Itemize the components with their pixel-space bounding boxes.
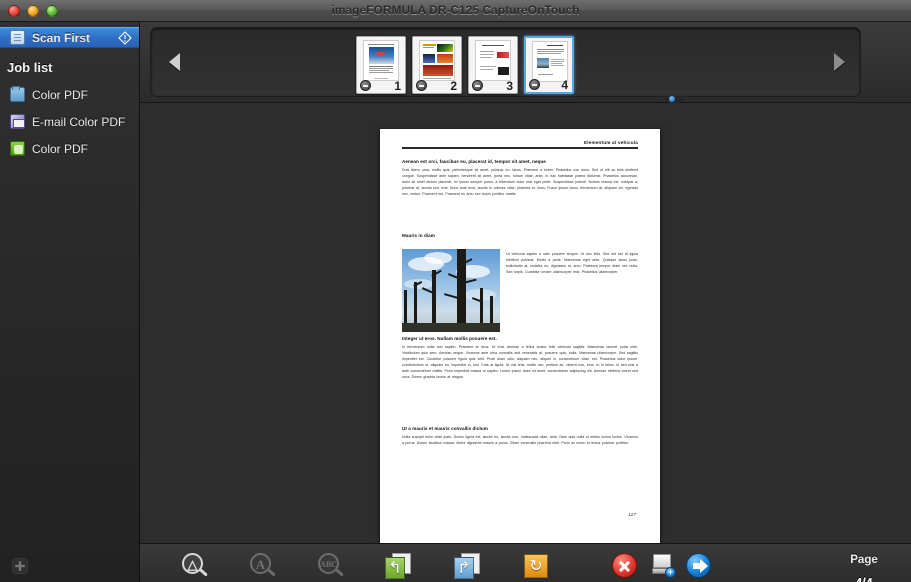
thumbnail-number: 2 (450, 79, 457, 93)
chevron-left-icon[interactable] (169, 53, 180, 71)
thumbnail-strip-inner: 1 2 3 4 (150, 27, 861, 97)
document-running-head: Elementum at vehicula (584, 140, 638, 145)
rotate-180-icon: ↻ (521, 552, 551, 582)
thumbnail-number: 1 (394, 79, 401, 93)
add-job-button[interactable] (12, 558, 28, 574)
window-title: imageFORMULA DR-C125 CaptureOnTouch (331, 3, 580, 17)
rotate-left-icon: ↰ (383, 552, 413, 582)
rotate-left-button[interactable]: ↰ Rotate left (359, 552, 437, 582)
document-page: Elementum at vehicula Aenean est orci, f… (380, 129, 660, 543)
close-button[interactable] (8, 4, 20, 17)
next-arrow-icon (683, 552, 713, 582)
rotate-180-button[interactable]: ↻ Rotate 180 (497, 552, 575, 582)
zoom-out-button[interactable]: ABC Zoom Out (291, 552, 369, 582)
document-heading: Aenean est orci, faucibus eu, placerat i… (402, 159, 546, 164)
delete-icon[interactable] (360, 80, 371, 91)
minimize-button[interactable] (27, 4, 39, 17)
page-counter-value: 4/4 (829, 576, 899, 582)
document-heading: Integer ut eros. Nullam mollis posuere e… (402, 336, 497, 341)
sidebar-item-label: Scan First (32, 30, 91, 45)
document-paragraph: Ut vehicula sapien a odio posuere tempor… (506, 252, 638, 275)
thumbnail-page-2[interactable]: 2 (412, 36, 462, 94)
page-viewer[interactable]: Elementum at vehicula Aenean est orci, f… (140, 103, 911, 543)
delete-icon[interactable] (416, 80, 427, 91)
thumbnail-page-1[interactable]: 1 (356, 36, 406, 94)
thumbnail-number: 4 (561, 78, 568, 92)
thumbnail-preview (475, 40, 511, 81)
thumbnail-preview (532, 41, 568, 82)
thumbnail-page-3[interactable]: 3 (468, 36, 518, 94)
page-counter-label: Page (850, 554, 878, 566)
document-paragraph: Nulla suscipit enim vitae justo. Donec l… (402, 435, 638, 446)
document-icon (10, 30, 25, 45)
sidebar: Scan First Job list Color PDF E-mail Col… (0, 22, 140, 582)
sidebar-item-label: Color PDF (32, 87, 89, 102)
selected-page-dot (669, 96, 675, 102)
sidebar-item-label: Color PDF (32, 141, 89, 156)
folder-icon (10, 86, 25, 102)
document-paragraph: In fermentum nulla non sapien. Praesent … (402, 345, 638, 380)
thumbnail-preview (363, 40, 399, 81)
application-window: imageFORMULA DR-C125 CaptureOnTouch Scan… (0, 0, 911, 582)
info-badge-icon (118, 30, 132, 45)
window-controls (8, 4, 58, 17)
sidebar-item-label: E-mail Color PDF (32, 114, 126, 129)
zoom-in-icon: △ (179, 552, 209, 582)
fit-page-button[interactable]: A Fit page (223, 552, 301, 582)
green-app-icon (10, 141, 25, 156)
document-heading: Mauris in diam (402, 233, 435, 238)
job-list-header: Job list (7, 60, 53, 75)
document-page-number: 127 (628, 512, 636, 517)
thumbnail-number: 3 (506, 79, 513, 93)
fit-page-icon: A (247, 552, 277, 582)
sidebar-item-email-color-pdf[interactable]: E-mail Color PDF (0, 110, 139, 133)
sidebar-item-color-pdf[interactable]: Color PDF (0, 83, 139, 106)
zoom-out-icon: ABC (315, 552, 345, 582)
rotate-right-icon: ↱ (452, 552, 482, 582)
main-area: 1 2 3 4 Elementum at vehicula Aenean est… (140, 22, 911, 582)
bottom-toolbar: △ Zoom In A Fit page ABC Zoom Out (140, 543, 911, 582)
sidebar-item-scan-first[interactable]: Scan First (0, 27, 139, 48)
zoom-in-button[interactable]: △ Zoom In (155, 552, 233, 582)
thumbnail-strip: 1 2 3 4 (140, 22, 911, 107)
next-button[interactable]: Next (659, 552, 737, 582)
document-paragraph: Duis libero urna, mollis quis, pellentes… (402, 168, 638, 197)
document-heading: Ut a mauris et mauris convallis dictum (402, 426, 488, 431)
document-photo (402, 249, 500, 332)
chevron-right-icon[interactable] (834, 53, 845, 71)
document-rule (402, 147, 638, 149)
title-bar: imageFORMULA DR-C125 CaptureOnTouch (0, 0, 911, 22)
page-counter: Page 4/4 (829, 554, 899, 582)
mail-icon (10, 114, 25, 129)
zoom-button[interactable] (46, 4, 58, 17)
sidebar-item-color-pdf-green[interactable]: Color PDF (0, 137, 139, 160)
delete-icon[interactable] (472, 80, 483, 91)
thumbnail-page-4[interactable]: 4 (524, 36, 574, 94)
rotate-right-button[interactable]: ↱ Rotate right (428, 552, 506, 582)
thumbnail-preview (419, 40, 455, 81)
thumbnail-list: 1 2 3 4 (356, 36, 574, 94)
delete-icon[interactable] (529, 79, 540, 90)
